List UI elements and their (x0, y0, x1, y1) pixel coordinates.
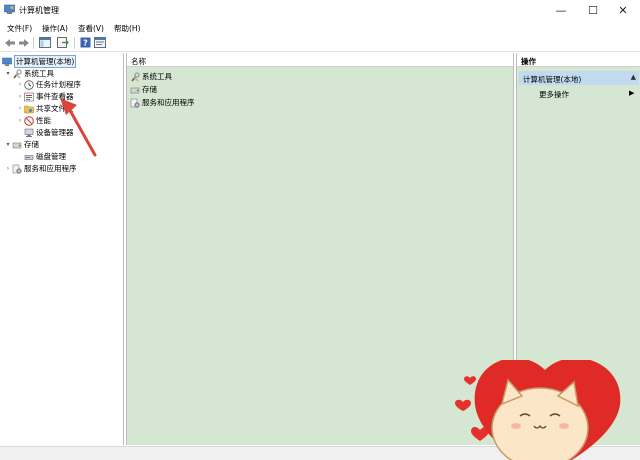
help-button[interactable]: ? (78, 36, 92, 49)
tools-icon (13, 68, 22, 78)
collapse-up-icon[interactable]: ▲ (631, 73, 636, 81)
export-icon (57, 37, 69, 48)
tree-item-task-scheduler[interactable]: › 任务计划程序 (16, 79, 81, 90)
window-title: 计算机管理 (19, 6, 59, 15)
cat-heart-sticker (455, 360, 621, 460)
maximize-button[interactable]: ☐ (578, 0, 608, 21)
event-viewer-icon (24, 92, 34, 101)
tree-item-performance[interactable]: › 性能 (16, 115, 51, 126)
computer-management-icon (4, 4, 15, 14)
tree-root-label: 计算机管理(本地) (14, 55, 77, 68)
title-bar: 计算机管理 — ☐ ✕ (0, 0, 640, 21)
properties-icon (94, 37, 106, 48)
storage-icon (12, 142, 22, 148)
list-item[interactable]: 服务和应用程序 (130, 97, 195, 108)
more-actions-link[interactable]: 更多操作 (539, 89, 569, 100)
menu-file[interactable]: 文件(F) (7, 23, 32, 34)
services-icon (12, 164, 22, 174)
expand-icon[interactable]: › (16, 105, 24, 112)
export-list-button[interactable] (56, 36, 70, 49)
console-tree-icon (39, 37, 51, 48)
actions-header: 操作 (517, 53, 640, 67)
toolbar-separator (74, 37, 75, 49)
submenu-arrow-icon[interactable]: ▶ (629, 89, 634, 97)
toolbar: ? (0, 34, 640, 52)
performance-icon (24, 115, 34, 126)
column-header[interactable]: 名称 (127, 53, 513, 67)
toolbar-separator (33, 37, 34, 49)
list-item[interactable]: 存储 (130, 84, 157, 95)
actions-title: 操作 (521, 57, 536, 66)
actions-group[interactable]: 计算机管理(本地) ▲ (519, 71, 639, 85)
back-button[interactable] (3, 36, 17, 49)
shared-folder-icon (24, 105, 34, 113)
minimize-button[interactable]: — (546, 0, 576, 21)
expand-icon[interactable]: › (16, 117, 24, 124)
menu-bar: 文件(F) 操作(A) 查看(V) 帮助(H) (0, 21, 640, 34)
back-icon (5, 38, 15, 47)
actions-group-label: 计算机管理(本地) (523, 75, 582, 84)
tools-icon (131, 71, 140, 81)
expand-icon[interactable]: › (4, 165, 12, 172)
forward-icon (19, 38, 29, 47)
computer-management-icon (2, 57, 12, 66)
annotation-arrow (60, 98, 97, 157)
list-item[interactable]: 系统工具 (130, 71, 172, 82)
tree-item-system-tools[interactable]: ▾ 系统工具 (4, 68, 54, 79)
collapse-icon[interactable]: ▾ (4, 141, 12, 148)
menu-help[interactable]: 帮助(H) (114, 23, 141, 34)
menu-view[interactable]: 查看(V) (78, 23, 104, 34)
menu-action[interactable]: 操作(A) (42, 23, 68, 34)
tree-item-storage[interactable]: ▾ 存储 (4, 139, 39, 150)
disk-management-icon (24, 154, 34, 160)
expand-icon[interactable]: › (16, 81, 24, 88)
close-button[interactable]: ✕ (608, 0, 638, 21)
device-manager-icon (24, 128, 34, 137)
expand-icon[interactable]: › (16, 93, 24, 100)
collapse-icon[interactable]: ▾ (4, 70, 12, 77)
show-console-tree-button[interactable] (38, 36, 52, 49)
forward-button[interactable] (17, 36, 31, 49)
svg-text:?: ? (83, 39, 88, 48)
help-icon: ? (80, 37, 90, 48)
properties-button[interactable] (93, 36, 107, 49)
column-name[interactable]: 名称 (131, 56, 146, 67)
storage-icon (130, 87, 140, 93)
services-icon (130, 98, 140, 108)
tree-root[interactable]: 计算机管理(本地) (2, 55, 77, 68)
clock-icon (24, 79, 34, 90)
